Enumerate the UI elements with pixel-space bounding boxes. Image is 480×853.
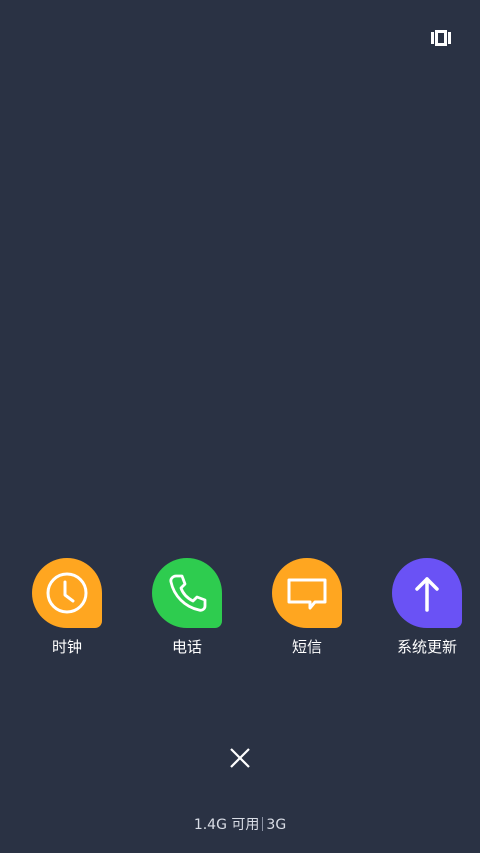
close-icon <box>230 748 250 768</box>
clock-app-icon <box>32 558 102 628</box>
recents-menu-button[interactable] <box>430 29 452 47</box>
app-clock[interactable]: 时钟 <box>7 558 127 656</box>
lock-recents-icon <box>431 30 451 46</box>
memory-available: 1.4G 可用 <box>193 817 260 833</box>
memory-status: 1.4G 可用 3G <box>0 816 480 834</box>
app-messages[interactable]: 短信 <box>247 558 367 656</box>
messages-app-icon <box>272 558 342 628</box>
app-phone[interactable]: 电话 <box>127 558 247 656</box>
message-icon <box>287 578 327 610</box>
clock-icon <box>46 572 88 614</box>
phone-app-icon <box>152 558 222 628</box>
memory-divider <box>262 817 264 831</box>
app-label-messages: 短信 <box>291 638 322 656</box>
phone-icon <box>169 574 207 612</box>
system-update-app-icon <box>392 558 462 628</box>
update-arrow-icon <box>415 577 439 612</box>
app-system-update[interactable]: 系统更新 <box>367 558 480 656</box>
app-label-clock: 时钟 <box>51 638 82 656</box>
app-label-phone: 电话 <box>171 638 202 656</box>
clear-all-button[interactable] <box>225 743 255 773</box>
recent-apps-row: 时钟 电话 短信 系统更新 <box>0 558 480 658</box>
memory-total: 3G <box>266 817 287 833</box>
app-label-system-update: 系统更新 <box>396 638 457 656</box>
